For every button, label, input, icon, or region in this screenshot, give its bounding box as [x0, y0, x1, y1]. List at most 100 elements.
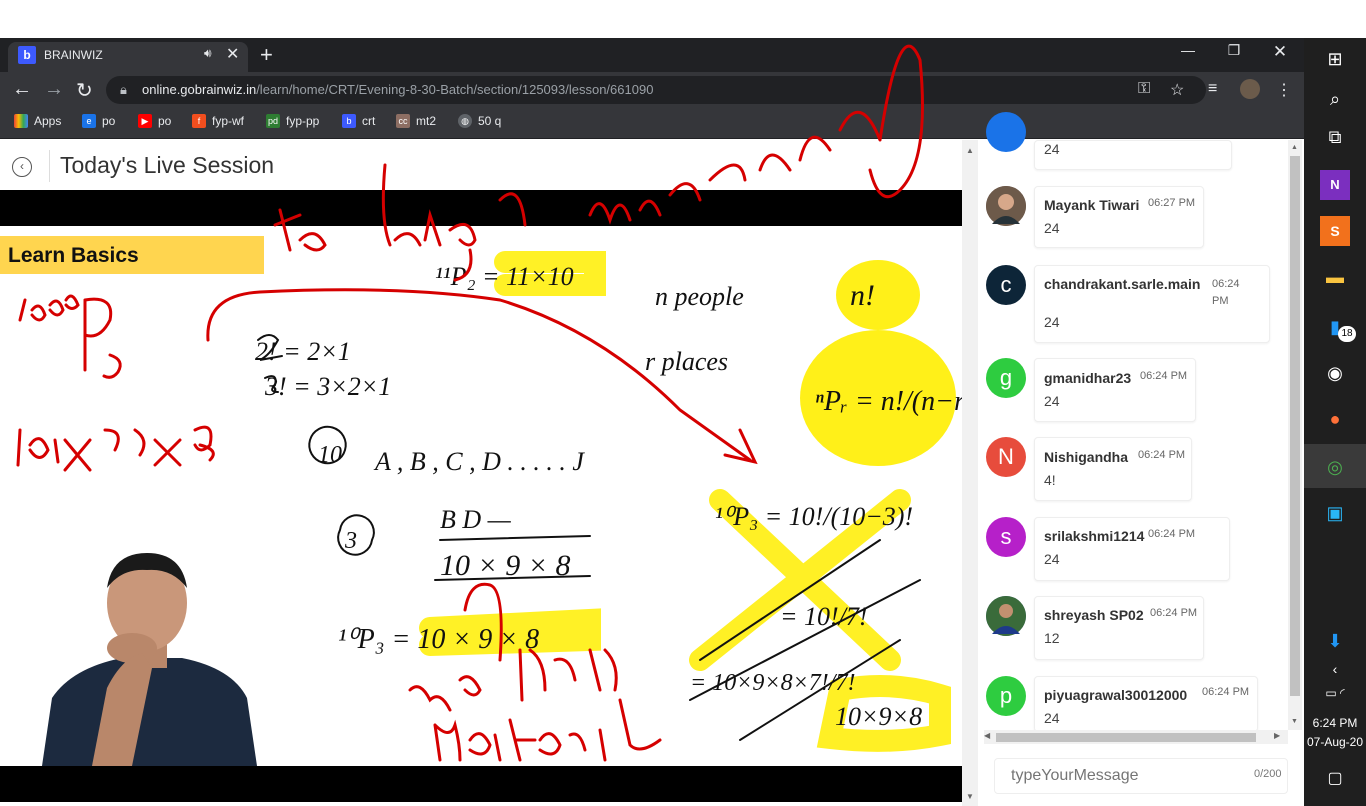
- chat-message: [1034, 596, 1204, 660]
- windows-start-icon[interactable]: ⊞: [1320, 44, 1350, 74]
- message-text: 24: [1044, 220, 1060, 236]
- back-arrow-icon[interactable]: ‹: [12, 157, 32, 177]
- bookmark-label: fyp-wf: [212, 114, 245, 128]
- brainwiz-icon: b: [342, 114, 356, 128]
- globe-icon: ◍: [458, 114, 472, 128]
- forward-arrow-icon[interactable]: →: [44, 78, 64, 101]
- bookmark-po-1[interactable]: e po: [82, 114, 115, 128]
- profile-avatar[interactable]: [1240, 79, 1260, 99]
- message-time: 06:24 PM: [1138, 449, 1186, 461]
- restore-button[interactable]: ❐: [1214, 42, 1254, 59]
- message-text: 24: [1044, 141, 1060, 157]
- avatar: p: [986, 676, 1026, 716]
- chat-scroll-thumb[interactable]: [1290, 156, 1300, 696]
- back-arrow-icon[interactable]: ←: [12, 78, 32, 101]
- download-icon[interactable]: ⬇: [1320, 626, 1350, 656]
- page-title: Today's Live Session: [60, 152, 275, 178]
- url-path: /learn/home/CRT/Evening-8-30-Batch/secti…: [256, 82, 654, 97]
- message-time: 06:27 PM: [1148, 197, 1196, 209]
- media-queue-icon[interactable]: ≡: [1208, 80, 1217, 98]
- cc-icon: cc: [396, 114, 410, 128]
- photos-icon[interactable]: ▣: [1320, 498, 1350, 528]
- star-icon[interactable]: ☆: [1170, 80, 1184, 100]
- bookmark-label: Apps: [34, 114, 62, 128]
- bookmark-mt2[interactable]: cc mt2: [396, 114, 436, 128]
- message-text: 24: [1044, 314, 1060, 330]
- chat-message-partial: [1034, 140, 1232, 170]
- bookmark-apps[interactable]: Apps: [14, 114, 61, 128]
- close-window-button[interactable]: ✕: [1260, 42, 1300, 62]
- file-explorer-icon[interactable]: ▬: [1320, 262, 1350, 292]
- battery-wifi-icon[interactable]: ▭ ◜: [1320, 678, 1350, 708]
- scroll-up-icon[interactable]: ▲: [966, 146, 974, 155]
- close-tab-icon[interactable]: ✕: [226, 44, 239, 64]
- bookmark-fyp-wf[interactable]: f fyp-wf: [192, 114, 244, 128]
- scroll-right-icon[interactable]: ▶: [1274, 731, 1280, 740]
- speaker-icon[interactable]: 🔊︎: [204, 46, 212, 61]
- bookmark-crt[interactable]: b crt: [342, 114, 375, 128]
- chrome-icon[interactable]: ◎: [1320, 452, 1350, 482]
- sender-name: Mayank Tiwari: [1044, 197, 1140, 213]
- pd-icon: pd: [266, 114, 280, 128]
- url-text[interactable]: online.gobrainwiz.in/learn/home/CRT/Even…: [142, 82, 653, 97]
- key-icon[interactable]: ⚿: [1138, 80, 1150, 98]
- bookmark-label: fyp-pp: [286, 114, 320, 128]
- obs-icon[interactable]: ◉: [1320, 358, 1350, 388]
- lock-icon[interactable]: 🔒︎: [120, 82, 127, 98]
- clock-date[interactable]: 07-Aug-20: [1304, 735, 1366, 749]
- sender-name: srilakshmi1214: [1044, 528, 1145, 544]
- bookmark-50q[interactable]: ◍ 50 q: [458, 114, 501, 128]
- bookmark-label: mt2: [416, 114, 437, 128]
- clock-time[interactable]: 6:24 PM: [1310, 716, 1360, 730]
- message-time: 06:24 PM: [1140, 370, 1188, 382]
- chat-message: [1034, 358, 1196, 422]
- scroll-left-icon[interactable]: ◀: [984, 731, 990, 740]
- sender-name: chandrakant.sarle.main: [1044, 276, 1201, 292]
- bookmark-label: 50 q: [478, 114, 502, 128]
- task-view-icon[interactable]: ⧉: [1320, 122, 1350, 152]
- minimize-button[interactable]: —: [1168, 42, 1208, 58]
- scroll-down-icon[interactable]: ▼: [966, 792, 974, 801]
- search-icon[interactable]: ⌕: [1320, 84, 1350, 114]
- tab-title: BRAINWIZ: [44, 48, 103, 62]
- sublime-icon[interactable]: S: [1320, 216, 1350, 246]
- bookmark-label: crt: [362, 114, 376, 128]
- notification-badge: 18: [1338, 326, 1356, 342]
- chat-message-input[interactable]: [994, 758, 1288, 794]
- chat-scroll-down-icon[interactable]: ▼: [1291, 718, 1298, 725]
- message-time: 06:24 PM: [1148, 528, 1196, 540]
- firefox-icon[interactable]: ●: [1320, 404, 1350, 434]
- header-divider: [49, 150, 50, 182]
- message-text: 24: [1044, 710, 1060, 726]
- menu-dots-icon[interactable]: ⋮: [1276, 80, 1292, 100]
- character-counter: 0/200: [1254, 768, 1282, 780]
- message-text: 24: [1044, 393, 1060, 409]
- message-time: 06:24 PM: [1202, 686, 1250, 698]
- chat-message: [1034, 676, 1258, 732]
- chat-scroll-up-icon[interactable]: ▲: [1291, 144, 1298, 151]
- avatar: s: [986, 517, 1026, 557]
- chat-horizontal-thumb[interactable]: [996, 733, 1256, 742]
- outer-scrollbar[interactable]: [962, 140, 978, 806]
- bookmark-po-2[interactable]: ▶ po: [138, 114, 171, 128]
- reload-icon[interactable]: ↻: [76, 78, 93, 103]
- apps-grid-icon: [14, 114, 28, 128]
- sender-name: Nishigandha: [1044, 449, 1129, 465]
- notification-center-icon[interactable]: ▢: [1320, 764, 1350, 794]
- edge-icon: e: [82, 114, 96, 128]
- avatar: g: [986, 358, 1026, 398]
- new-tab-button[interactable]: +: [260, 42, 273, 68]
- message-text: 4!: [1044, 472, 1056, 488]
- bookmark-label: po: [102, 114, 116, 128]
- bookmark-fyp-pp[interactable]: pd fyp-pp: [266, 114, 319, 128]
- chat-message: [1034, 186, 1204, 248]
- chat-message: [1034, 437, 1192, 501]
- avatar: [986, 112, 1026, 152]
- url-host: online.gobrainwiz.in: [142, 82, 257, 97]
- brainwiz-favicon-icon: b: [18, 46, 36, 64]
- user-photo-avatar: [986, 596, 1026, 636]
- avatar: c: [986, 265, 1026, 305]
- bookmark-label: po: [158, 114, 172, 128]
- figma-icon: f: [192, 114, 206, 128]
- onenote-icon[interactable]: N: [1320, 170, 1350, 200]
